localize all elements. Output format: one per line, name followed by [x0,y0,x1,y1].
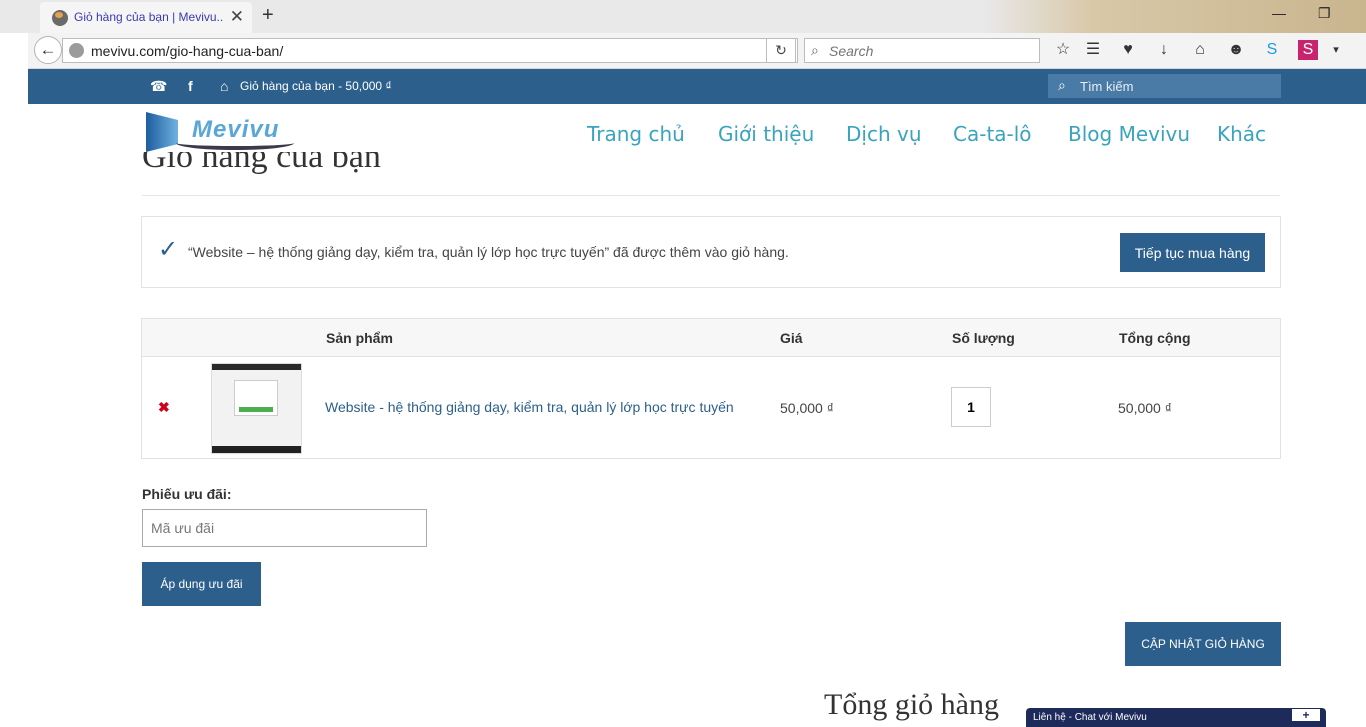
nav-item-home[interactable]: Trang chủ [587,122,685,146]
skype-icon[interactable]: S [1262,40,1282,60]
emoji-icon[interactable]: ☻ [1226,40,1246,60]
chat-label: Liên hệ - Chat với Mevivu [1033,712,1147,723]
divider [142,195,1280,196]
nav-item-about[interactable]: Giới thiệu [718,122,814,146]
apply-coupon-button[interactable]: Áp dụng ưu đãi [142,562,261,606]
page-title: Giỏ hàng của bạn [142,152,542,176]
logo-text: Mevivu [192,116,280,143]
page-title-text: Giỏ hàng của bạn [142,152,381,175]
checkmark-icon: ✓ [158,236,179,263]
chat-widget-bar[interactable]: Liên hệ - Chat với Mevivu + [1026,708,1326,727]
remove-item-icon[interactable]: ✖ [158,399,170,416]
continue-shopping-button[interactable]: Tiếp tục mua hàng [1120,233,1265,272]
basket-icon: ⌂ [220,78,229,94]
product-thumbnail[interactable] [211,363,302,454]
coupon-label: Phiếu ưu đãi: [142,486,232,502]
thumbnail-window [234,380,278,416]
column-header-quantity: Số lượng [952,330,1015,346]
browser-tab-bar: Giỏ hàng của bạn | Mevivu... ✕ + — ❐ [0,0,1366,33]
new-tab-icon[interactable]: + [262,4,274,27]
home-icon[interactable]: ⌂ [1190,40,1210,60]
product-price: 50,000 ₫ [780,400,834,416]
url-text: mevivu.com/gio-hang-cua-ban/ [91,43,284,59]
thumbnail-taskbar [212,446,301,453]
close-tab-icon[interactable]: ✕ [230,7,244,27]
site-search-box[interactable]: ⌕ [1048,74,1281,98]
quantity-input[interactable] [951,387,991,427]
update-cart-button[interactable]: CẬP NHẬT GIỎ HÀNG [1125,622,1281,666]
favicon-icon [52,10,68,26]
nav-item-blog[interactable]: Blog Mevivu [1068,122,1190,146]
product-name-link[interactable]: Website - hệ thống giảng dạy, kiểm tra, … [325,399,734,415]
reload-icon[interactable]: ↻ [766,38,796,63]
nav-item-catalog[interactable]: Ca-ta-lô [953,122,1032,146]
product-subtotal: 50,000 ₫ [1118,400,1172,416]
cart-summary-link[interactable]: Giỏ hàng của bạn - 50,000 ₫ [240,79,392,93]
notice-message: “Website – hệ thống giảng dạy, kiểm tra,… [188,244,789,260]
cart-totals-heading: Tổng giỏ hàng [824,688,999,721]
nav-item-services[interactable]: Dịch vụ [846,122,922,146]
search-icon: ⌕ [811,42,819,58]
reading-list-icon[interactable]: ☰ [1083,40,1103,60]
added-to-cart-notice: ✓ “Website – hệ thống giảng dạy, kiểm tr… [141,216,1281,288]
globe-icon [69,43,84,58]
column-header-price: Giá [780,330,803,346]
cart-table: Sản phẩm Giá Số lượng Tổng cộng ✖ Websit… [141,318,1281,459]
facebook-icon[interactable]: f [188,78,193,94]
url-bar[interactable]: mevivu.com/gio-hang-cua-ban/ [62,38,798,63]
site-search-input[interactable] [1080,77,1270,95]
chevron-down-icon[interactable]: ▾ [1326,40,1346,60]
column-header-product: Sản phẩm [326,330,393,346]
phone-icon[interactable]: ☎ [150,78,167,95]
nav-item-more[interactable]: Khác [1217,122,1266,146]
expand-chat-icon[interactable]: + [1292,709,1320,721]
logo-mark-icon [146,112,178,152]
column-header-total: Tổng cộng [1119,330,1191,346]
restore-icon[interactable]: ❐ [1318,5,1331,22]
site-topbar: ☎ f ⌂ Giỏ hàng của bạn - 50,000 ₫ ⌕ [28,69,1366,104]
browser-navbar: ← mevivu.com/gio-hang-cua-ban/ ↻ ⌕ ☆ ☰ ♥… [28,33,1366,69]
download-icon[interactable]: ↓ [1154,40,1174,60]
coupon-code-input[interactable] [142,509,427,547]
browser-search-box[interactable]: ⌕ [804,38,1040,63]
back-button[interactable]: ← [34,36,62,64]
site-logo[interactable]: Mevivu [146,110,296,154]
tab-title: Giỏ hàng của bạn | Mevivu... [74,10,224,24]
extension-icon[interactable]: S [1298,40,1318,60]
search-icon: ⌕ [1058,77,1066,93]
pocket-icon[interactable]: ♥ [1118,40,1138,60]
bookmark-star-icon[interactable]: ☆ [1053,40,1073,60]
browser-tab[interactable]: Giỏ hàng của bạn | Mevivu... ✕ [40,2,252,33]
thumbnail-titlebar [212,364,301,370]
browser-search-input[interactable] [829,41,1029,61]
minimize-icon[interactable]: — [1272,5,1286,21]
cart-table-header: Sản phẩm Giá Số lượng Tổng cộng [142,319,1280,357]
